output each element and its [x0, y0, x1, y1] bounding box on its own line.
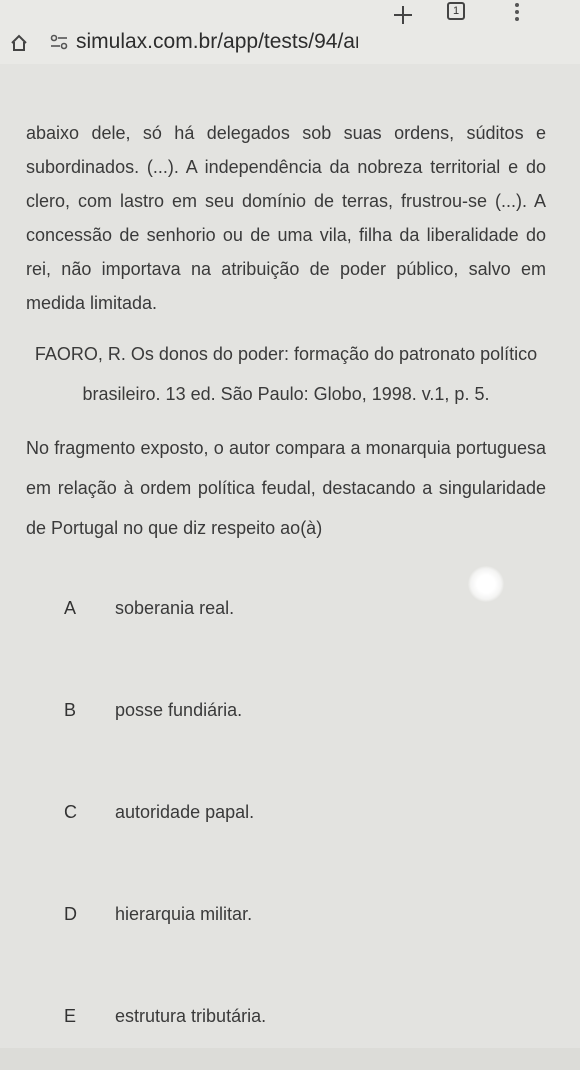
option-letter: D: [64, 904, 77, 924]
more-vert-icon[interactable]: [513, 3, 521, 23]
url-bar[interactable]: simulax.com.br/app/tests/94/ans: [76, 30, 358, 56]
light-glare: [468, 566, 504, 602]
browser-toolbar: simulax.com.br/app/tests/94/ans 1: [0, 0, 580, 64]
new-tab-plus-icon[interactable]: [392, 4, 414, 26]
option-text: posse fundiária.: [115, 700, 243, 720]
passage-text: abaixo dele, só há delegados sob suas or…: [26, 123, 546, 313]
option-d[interactable]: D hierarquia militar.: [34, 868, 544, 968]
option-b[interactable]: B posse fundiária.: [34, 664, 544, 764]
option-text: estrutura tributária.: [115, 1006, 267, 1026]
option-letter: E: [64, 1006, 77, 1026]
home-icon[interactable]: [10, 34, 28, 52]
question-prompt: No fragmento exposto, o autor compara a …: [26, 438, 546, 538]
option-text: soberania real.: [115, 598, 235, 618]
option-e[interactable]: E estrutura tributária.: [34, 970, 544, 1070]
option-letter: C: [64, 802, 77, 822]
citation: FAORO, R. Os donos do poder: formação do…: [34, 344, 538, 404]
site-settings-icon[interactable]: [50, 34, 68, 50]
option-text: autoridade papal.: [115, 802, 255, 822]
tab-count-icon[interactable]: 1: [447, 2, 465, 20]
option-text: hierarquia militar.: [115, 904, 253, 924]
question-page: abaixo dele, só há delegados sob suas or…: [0, 64, 580, 1048]
option-letter: B: [64, 700, 77, 720]
option-c[interactable]: C autoridade papal.: [34, 766, 544, 866]
option-letter: A: [64, 598, 77, 618]
option-a[interactable]: A soberania real.: [34, 562, 544, 662]
